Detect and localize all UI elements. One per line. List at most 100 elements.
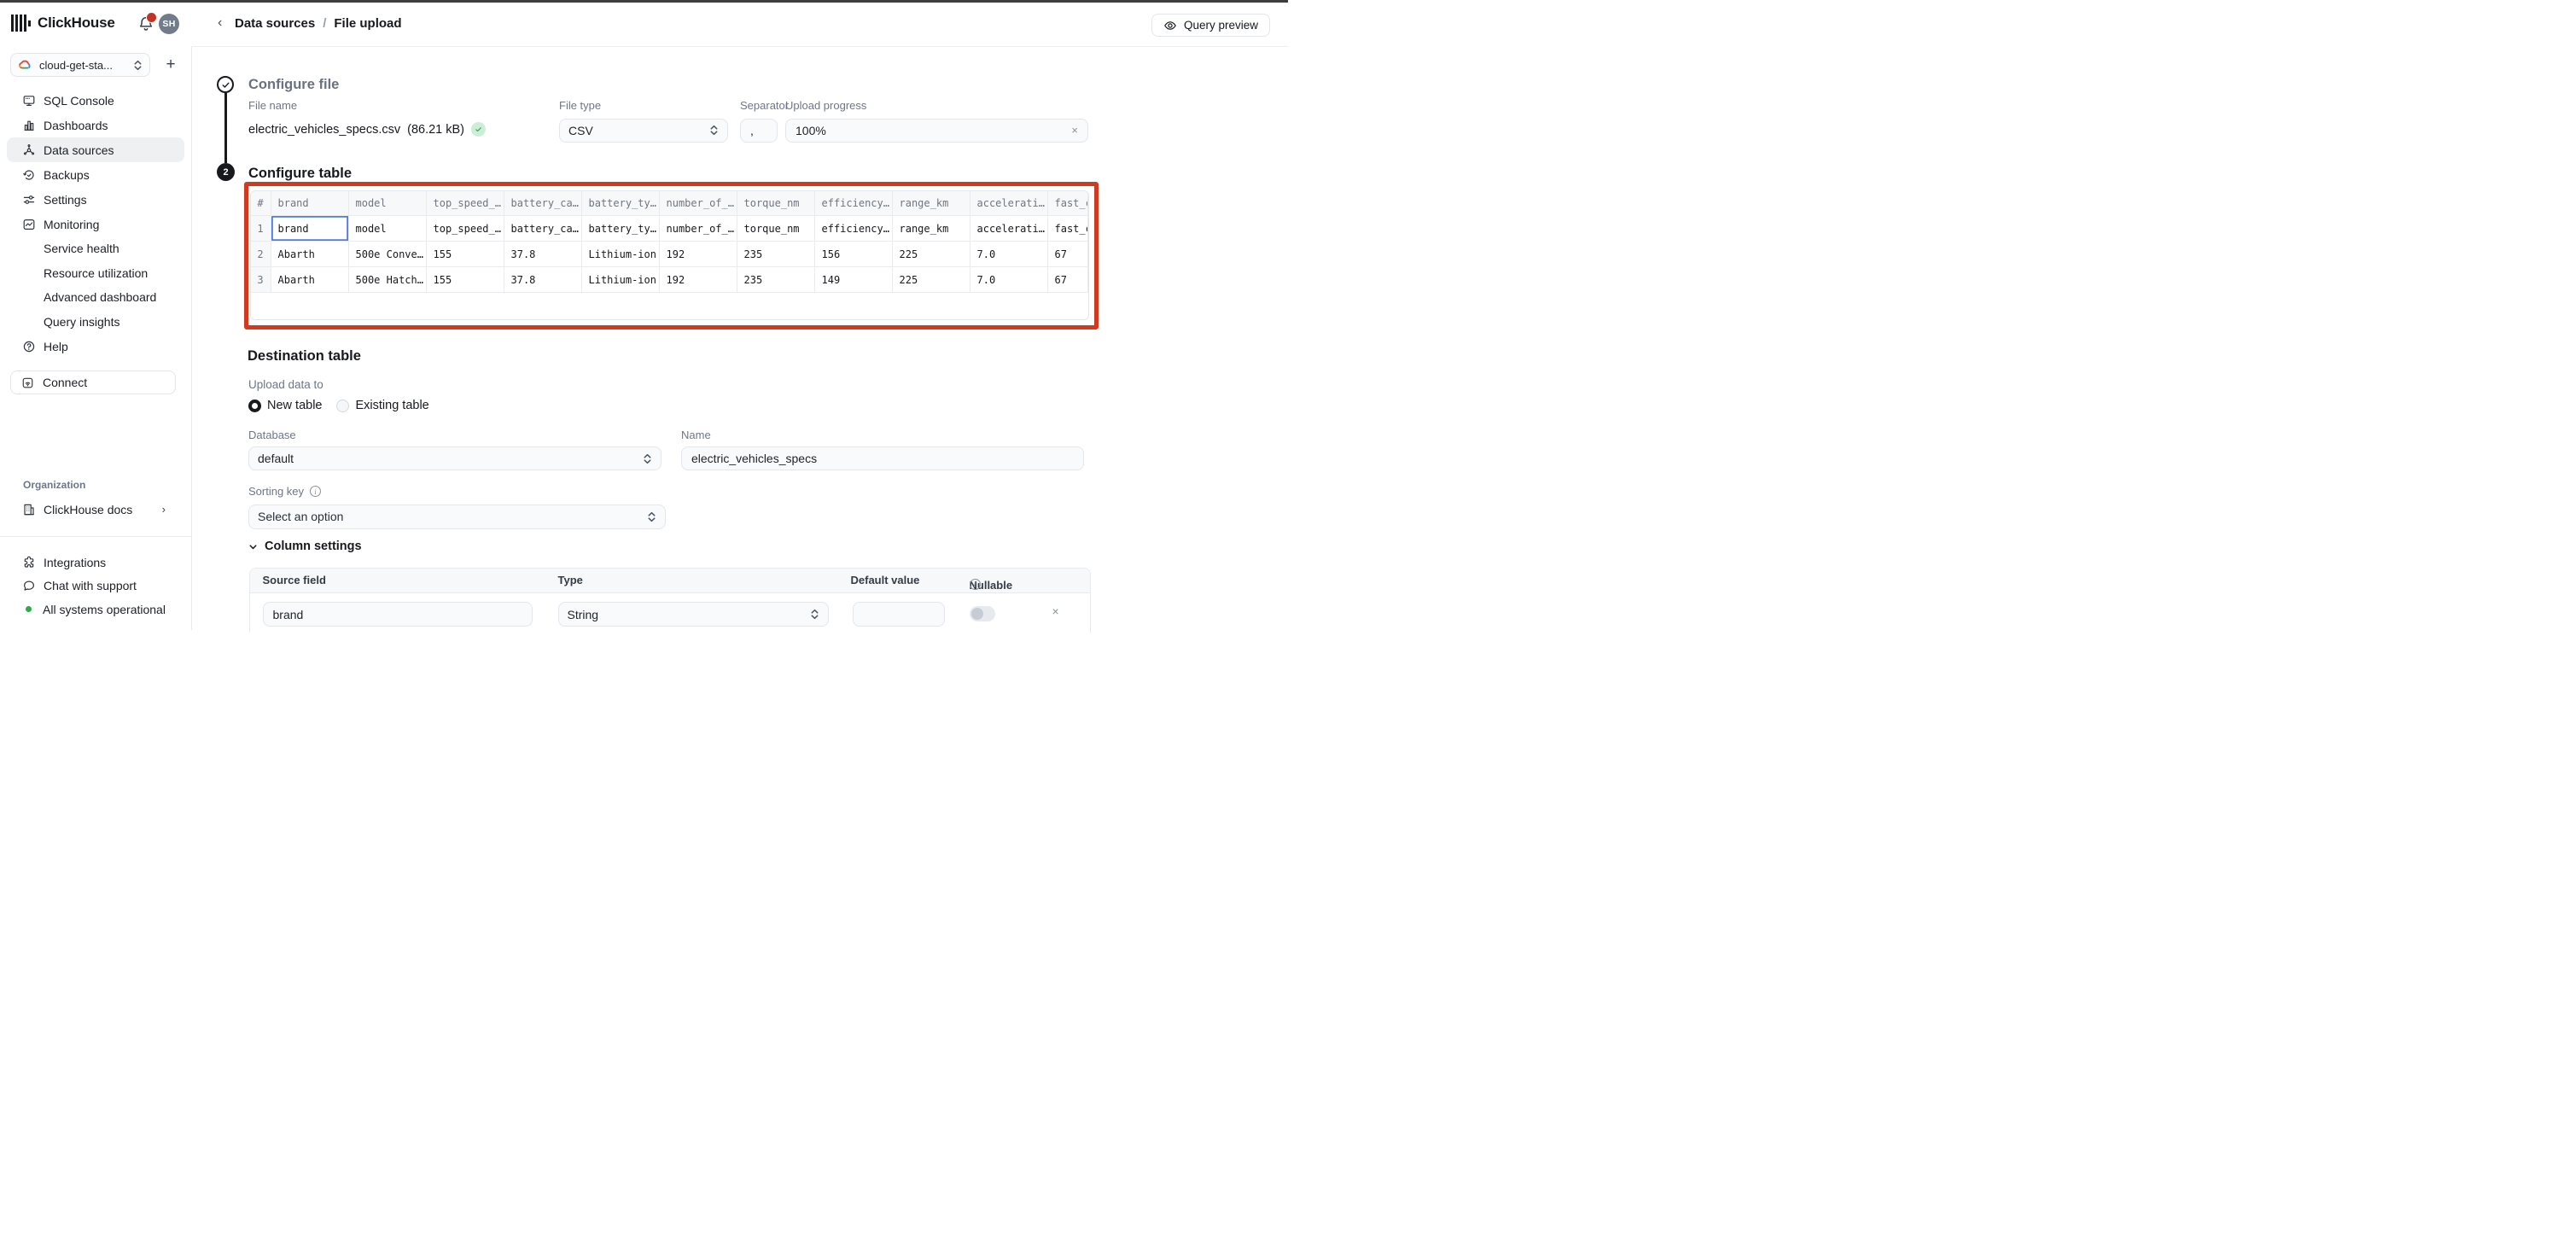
file-name-value: electric_vehicles_specs.csv (86.21 kB) [248, 122, 486, 137]
organization-label: Organization [23, 479, 85, 491]
column-settings-label: Column settings [265, 540, 362, 553]
data-sources-icon [22, 143, 36, 157]
sql-console-icon [22, 94, 36, 108]
column-settings-header: Source field Type Default value Nullable… [250, 569, 1090, 593]
sidebar-divider [0, 536, 191, 537]
chevron-updown-icon [647, 511, 656, 522]
sidebar-item-monitoring[interactable]: Monitoring [7, 212, 184, 236]
sidebar-item-data-sources[interactable]: Data sources [7, 137, 184, 162]
sidebar-footer-integrations[interactable]: Integrations [7, 551, 184, 575]
breadcrumb-parent[interactable]: Data sources [235, 16, 315, 31]
sidebar-footer-label: Chat with support [44, 579, 137, 592]
sidebar-item-label: Query insights [44, 315, 119, 329]
remove-column-icon[interactable]: × [1052, 604, 1059, 618]
upload-progress-value: 100% [796, 124, 826, 137]
sorting-key-select[interactable]: Select an option [248, 505, 666, 529]
separator-input[interactable]: , [740, 119, 778, 143]
breadcrumb: Data sources / File upload [235, 16, 402, 31]
radio-existing-table[interactable] [336, 400, 349, 412]
separator-label: Separator [740, 99, 789, 112]
upload-destination-radios: New table Existing table [248, 399, 429, 412]
breadcrumb-separator: / [323, 16, 326, 31]
source-field-header: Source field [263, 574, 326, 586]
stepper-line [224, 93, 227, 163]
sidebar-nav: SQL Console Dashboards Data sources Backups… [7, 88, 184, 359]
file-type-label: File type [559, 99, 601, 112]
sidebar-footer-all-systems-operational[interactable]: All systems operational [7, 598, 184, 621]
sidebar-item-label: Dashboards [44, 119, 108, 132]
sidebar-item-help[interactable]: Help [7, 334, 184, 359]
chevron-updown-icon [810, 609, 819, 620]
sidebar-item-label: SQL Console [44, 94, 114, 108]
type-value: String [568, 608, 599, 621]
default-value-header: Default value [851, 574, 920, 586]
chevron-right-icon: › [162, 503, 166, 516]
sidebar-item-query-insights[interactable]: Query insights [7, 310, 184, 335]
check-circle-icon [471, 122, 486, 137]
page-header: ‹ Data sources / File upload Query previ… [191, 3, 1288, 47]
default-value-input[interactable] [853, 602, 945, 627]
step-2-badge: 2 [217, 163, 235, 181]
breadcrumb-current: File upload [334, 16, 401, 31]
radio-existing-table-label: Existing table [355, 399, 428, 412]
chevron-updown-icon [133, 60, 143, 71]
database-value: default [258, 452, 294, 465]
help-icon [22, 340, 36, 353]
sidebar-item-label: Advanced dashboard [44, 290, 156, 304]
chevron-down-icon [248, 542, 258, 551]
database-label: Database [248, 429, 296, 441]
upload-progress-bar: 100% × [785, 119, 1088, 143]
sidebar-item-settings[interactable]: Settings [7, 187, 184, 212]
radio-new-table-label: New table [267, 399, 322, 412]
building-icon [22, 503, 36, 516]
main-content: ‹ Data sources / File upload Query previ… [191, 3, 1288, 630]
annotation-highlight-rectangle [244, 182, 1099, 330]
source-field-input[interactable]: brand [263, 602, 533, 627]
connect-icon [21, 376, 34, 389]
sidebar-item-label: Resource utilization [44, 266, 148, 280]
notification-dot [146, 12, 157, 23]
query-preview-label: Query preview [1184, 19, 1258, 32]
sidebar-item-service-health[interactable]: Service health [7, 236, 184, 261]
query-preview-button[interactable]: Query preview [1151, 14, 1270, 37]
sidebar-item-label: Service health [44, 242, 119, 255]
table-name-label: Name [681, 429, 711, 441]
file-name-label: File name [248, 99, 297, 112]
docs-label: ClickHouse docs [44, 503, 162, 516]
sidebar-footer-chat-with-support[interactable]: Chat with support [7, 575, 184, 598]
upload-data-to-label: Upload data to [248, 378, 323, 391]
table-name-input[interactable]: electric_vehicles_specs [681, 446, 1084, 470]
radio-new-table[interactable] [248, 400, 261, 412]
sorting-key-label: Sorting key [248, 485, 304, 498]
clickhouse-logo[interactable]: ClickHouse [11, 14, 115, 32]
table-name-value: electric_vehicles_specs [691, 452, 817, 465]
sidebar-item-sql-console[interactable]: SQL Console [7, 88, 184, 113]
sidebar-item-resource-utilization[interactable]: Resource utilization [7, 261, 184, 286]
sorting-key-label-row: Sorting key i [248, 485, 321, 498]
clickhouse-logo-icon [11, 14, 31, 32]
close-icon[interactable]: × [1071, 124, 1078, 137]
sidebar-item-advanced-dashboard[interactable]: Advanced dashboard [7, 285, 184, 310]
column-settings-toggle[interactable]: Column settings [248, 540, 362, 553]
sidebar-item-dashboards[interactable]: Dashboards [7, 113, 184, 137]
sidebar-footer-label: All systems operational [43, 603, 166, 616]
sidebar-item-label: Backups [44, 168, 90, 182]
add-service-button[interactable]: + [160, 55, 181, 75]
info-icon: i [310, 486, 321, 497]
type-select[interactable]: String [558, 602, 829, 627]
nullable-toggle[interactable] [970, 606, 995, 621]
status-dot-icon [22, 606, 43, 612]
back-chevron-icon[interactable]: ‹ [218, 15, 222, 31]
avatar[interactable]: SH [159, 14, 179, 34]
destination-table-title: Destination table [248, 348, 361, 365]
sidebar-item-docs[interactable]: ClickHouse docs › [7, 497, 184, 522]
notifications-bell-icon[interactable] [137, 15, 154, 32]
sidebar-footer: Integrations Chat with support All systems… [7, 551, 184, 621]
sidebar-item-backups[interactable]: Backups [7, 162, 184, 187]
file-type-select[interactable]: CSV [559, 119, 728, 143]
database-select[interactable]: default [248, 446, 661, 470]
service-switcher[interactable]: cloud-get-sta... [10, 53, 150, 77]
brand-name: ClickHouse [38, 15, 115, 32]
connect-button[interactable]: Connect [10, 370, 176, 394]
puzzle-icon [22, 556, 36, 569]
